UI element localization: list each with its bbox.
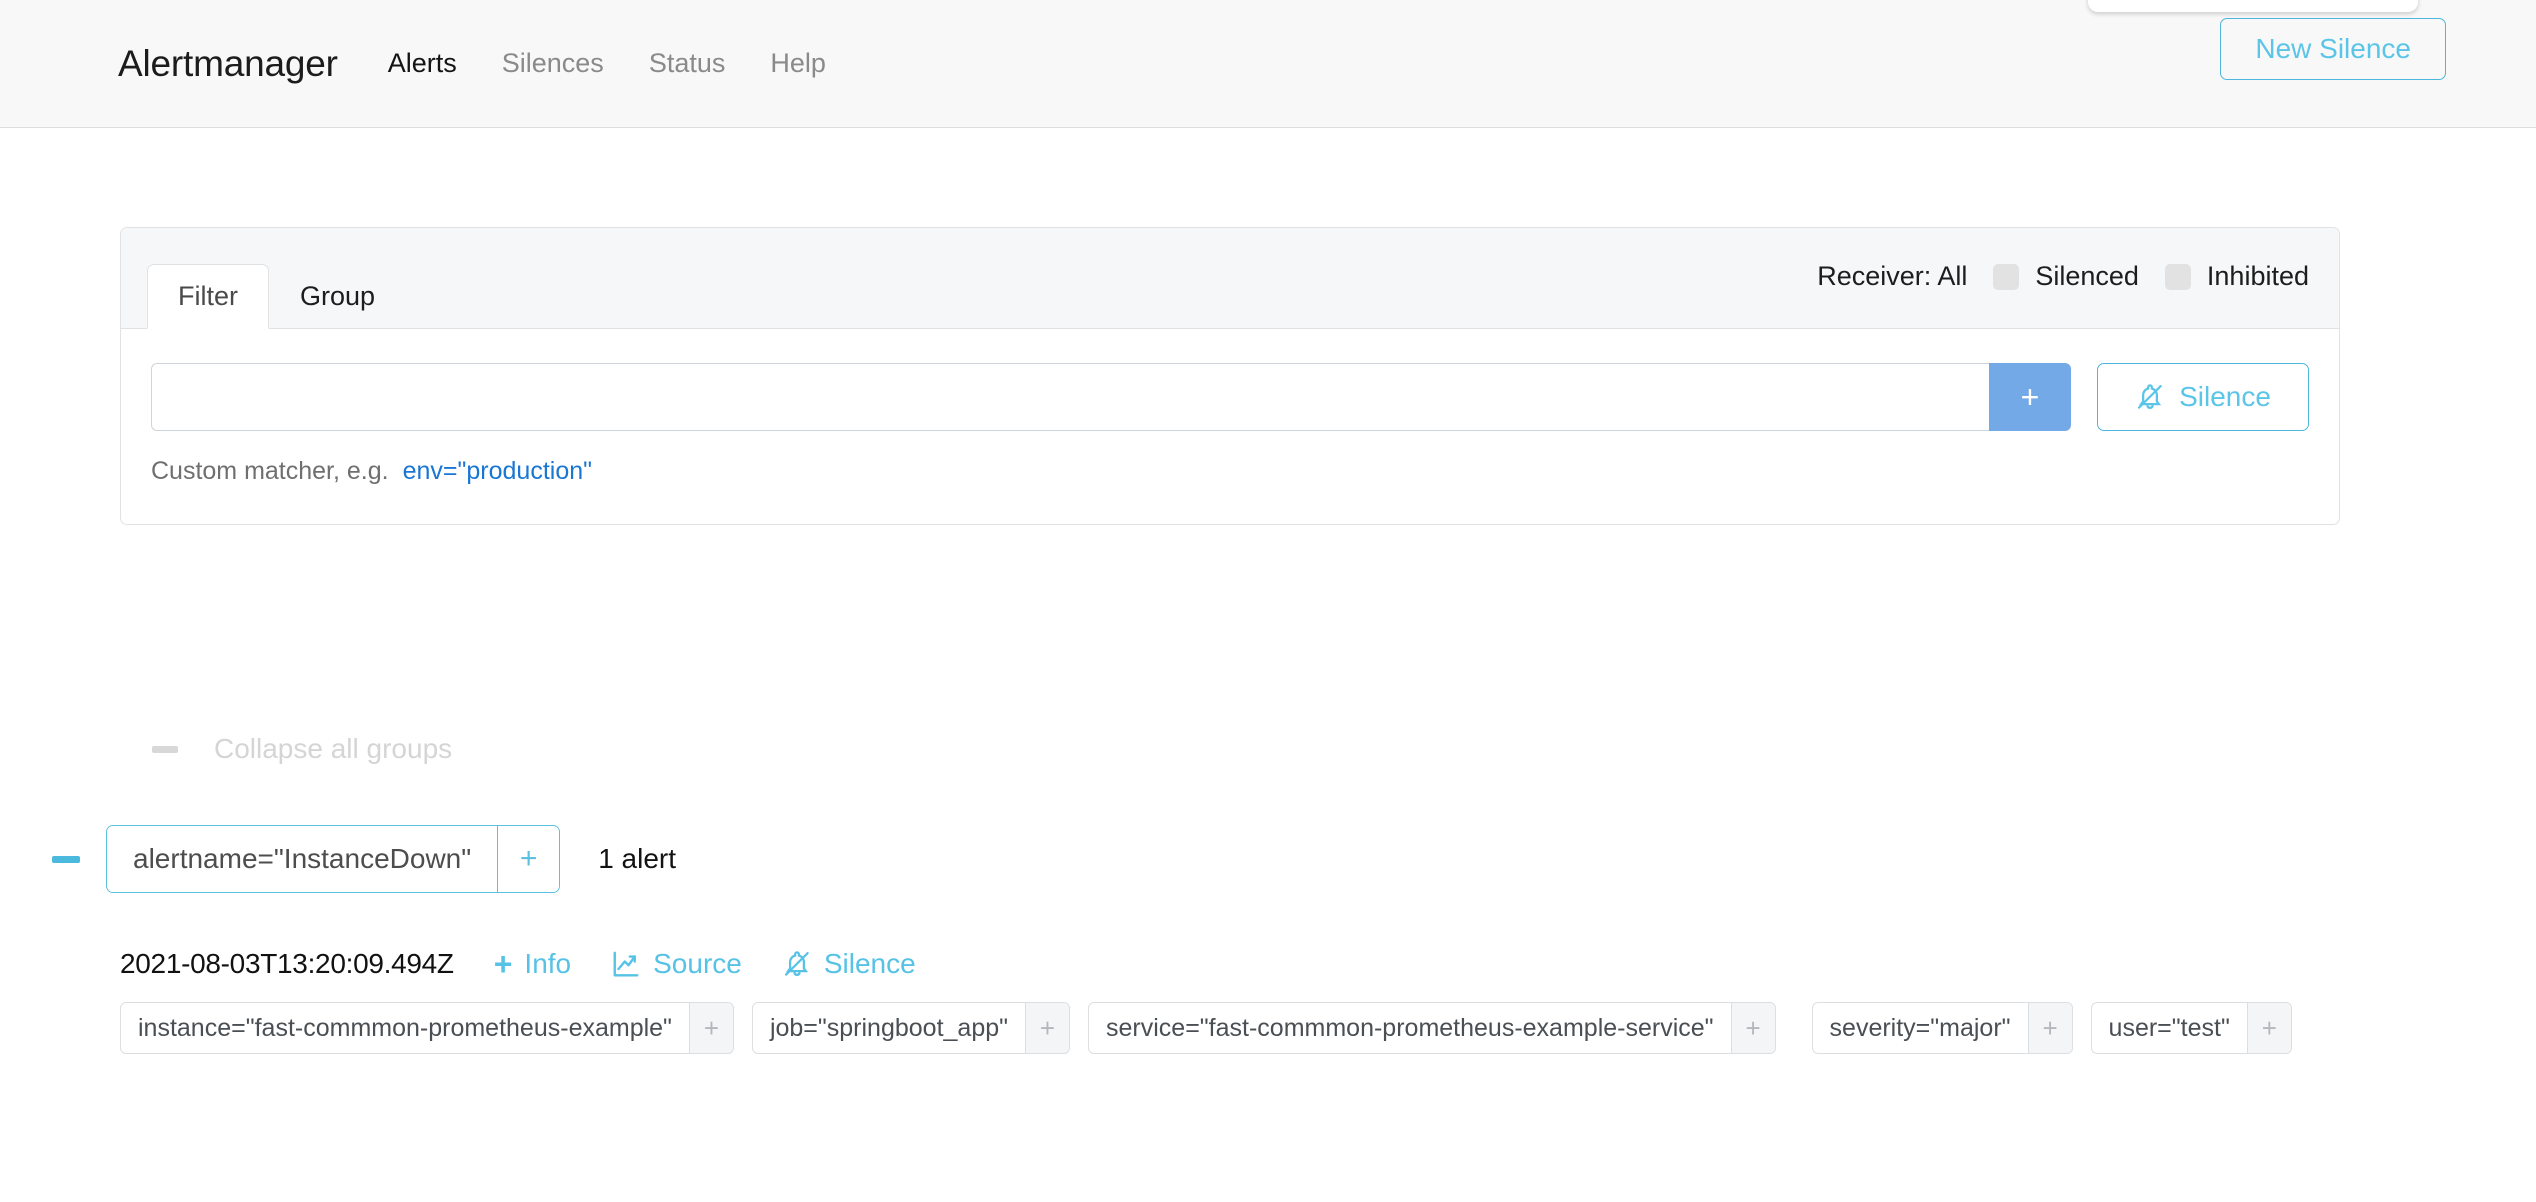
alert-info-label: Info bbox=[524, 948, 571, 980]
label-chip-add-button[interactable]: + bbox=[1025, 1003, 1069, 1053]
nav-link-alerts[interactable]: Alerts bbox=[388, 48, 457, 79]
tab-group[interactable]: Group bbox=[269, 264, 406, 329]
tab-filter[interactable]: Filter bbox=[147, 264, 269, 329]
label-chip: service="fast-commmon-prometheus-example… bbox=[1088, 1002, 1776, 1054]
filter-card-header: Filter Group Receiver: All Silenced Inhi… bbox=[121, 228, 2339, 329]
group-collapse-minus-icon[interactable] bbox=[52, 856, 80, 863]
alert-count-label: 1 alert bbox=[598, 843, 676, 875]
receiver-label[interactable]: Receiver: All bbox=[1817, 261, 1967, 292]
label-chip-add-button[interactable]: + bbox=[1731, 1003, 1775, 1053]
nav-links: Alerts Silences Status Help bbox=[388, 48, 826, 79]
silenced-checkbox-group[interactable]: Silenced bbox=[1993, 261, 2139, 292]
filter-tabs: Filter Group bbox=[147, 263, 406, 328]
silenced-label: Silenced bbox=[2035, 261, 2139, 292]
alert-source-action[interactable]: Source bbox=[611, 948, 742, 980]
top-cutoff-panel bbox=[2088, 0, 2418, 12]
collapse-all-groups-label: Collapse all groups bbox=[214, 733, 452, 765]
alert-info-action[interactable]: + Info bbox=[494, 948, 571, 980]
alert-silence-label: Silence bbox=[824, 948, 916, 980]
alert-source-label: Source bbox=[653, 948, 742, 980]
label-chip: severity="major" + bbox=[1812, 1002, 2073, 1054]
bell-slash-icon bbox=[2135, 382, 2165, 412]
new-silence-button[interactable]: New Silence bbox=[2220, 18, 2446, 80]
label-chip-text: severity="major" bbox=[1813, 1003, 2028, 1053]
matcher-input[interactable] bbox=[151, 363, 1989, 431]
filter-card-body: + Silence Custom matcher, e.g. env="prod… bbox=[121, 329, 2339, 524]
label-chip: user="test" + bbox=[2091, 1002, 2292, 1054]
label-chip-text: service="fast-commmon-prometheus-example… bbox=[1089, 1003, 1731, 1053]
alert-timestamp: 2021-08-03T13:20:09.494Z bbox=[120, 948, 454, 980]
nav-link-help[interactable]: Help bbox=[770, 48, 826, 79]
label-chip-add-button[interactable]: + bbox=[2247, 1003, 2291, 1053]
alert-group-header: alertname="InstanceDown" + 1 alert bbox=[52, 825, 676, 893]
label-chip: job="springboot_app" + bbox=[752, 1002, 1070, 1054]
add-matcher-button[interactable]: + bbox=[1989, 363, 2071, 431]
matcher-row: + Silence bbox=[151, 363, 2309, 431]
alert-meta-row: 2021-08-03T13:20:09.494Z + Info Source bbox=[120, 948, 2292, 980]
chart-line-icon bbox=[611, 949, 641, 979]
silenced-checkbox[interactable] bbox=[1993, 264, 2019, 290]
inhibited-label: Inhibited bbox=[2207, 261, 2309, 292]
nav-link-status[interactable]: Status bbox=[649, 48, 726, 79]
filter-header-controls: Receiver: All Silenced Inhibited bbox=[1817, 261, 2309, 292]
silence-filter-label: Silence bbox=[2179, 381, 2271, 413]
label-chip-add-button[interactable]: + bbox=[2028, 1003, 2072, 1053]
label-chip-text: instance="fast-commmon-prometheus-exampl… bbox=[121, 1003, 689, 1053]
navbar: Alertmanager Alerts Silences Status Help… bbox=[0, 0, 2536, 128]
collapse-all-groups[interactable]: Collapse all groups bbox=[152, 733, 452, 765]
matcher-hint-prefix: Custom matcher, e.g. bbox=[151, 457, 389, 486]
plus-icon: + bbox=[494, 948, 513, 980]
inhibited-checkbox[interactable] bbox=[2165, 264, 2191, 290]
app-brand: Alertmanager bbox=[118, 43, 338, 85]
matcher-hint: Custom matcher, e.g. env="production" bbox=[151, 457, 2309, 486]
filter-card: Filter Group Receiver: All Silenced Inhi… bbox=[120, 227, 2340, 525]
group-matcher-label: alertname="InstanceDown" bbox=[107, 826, 497, 892]
inhibited-checkbox-group[interactable]: Inhibited bbox=[2165, 261, 2309, 292]
bell-slash-icon bbox=[782, 949, 812, 979]
label-chip-text: job="springboot_app" bbox=[753, 1003, 1025, 1053]
alert-item: 2021-08-03T13:20:09.494Z + Info Source bbox=[120, 948, 2292, 1054]
alert-silence-action[interactable]: Silence bbox=[782, 948, 916, 980]
matcher-hint-example[interactable]: env="production" bbox=[403, 457, 592, 486]
label-chip-add-button[interactable]: + bbox=[689, 1003, 733, 1053]
silence-filter-button[interactable]: Silence bbox=[2097, 363, 2309, 431]
nav-link-silences[interactable]: Silences bbox=[502, 48, 604, 79]
minus-icon bbox=[152, 746, 178, 753]
label-chip: instance="fast-commmon-prometheus-exampl… bbox=[120, 1002, 734, 1054]
group-matcher-add-button[interactable]: + bbox=[497, 826, 559, 892]
label-chip-text: user="test" bbox=[2092, 1003, 2247, 1053]
alert-labels: instance="fast-commmon-prometheus-exampl… bbox=[120, 1002, 2292, 1054]
group-matcher-pill: alertname="InstanceDown" + bbox=[106, 825, 560, 893]
